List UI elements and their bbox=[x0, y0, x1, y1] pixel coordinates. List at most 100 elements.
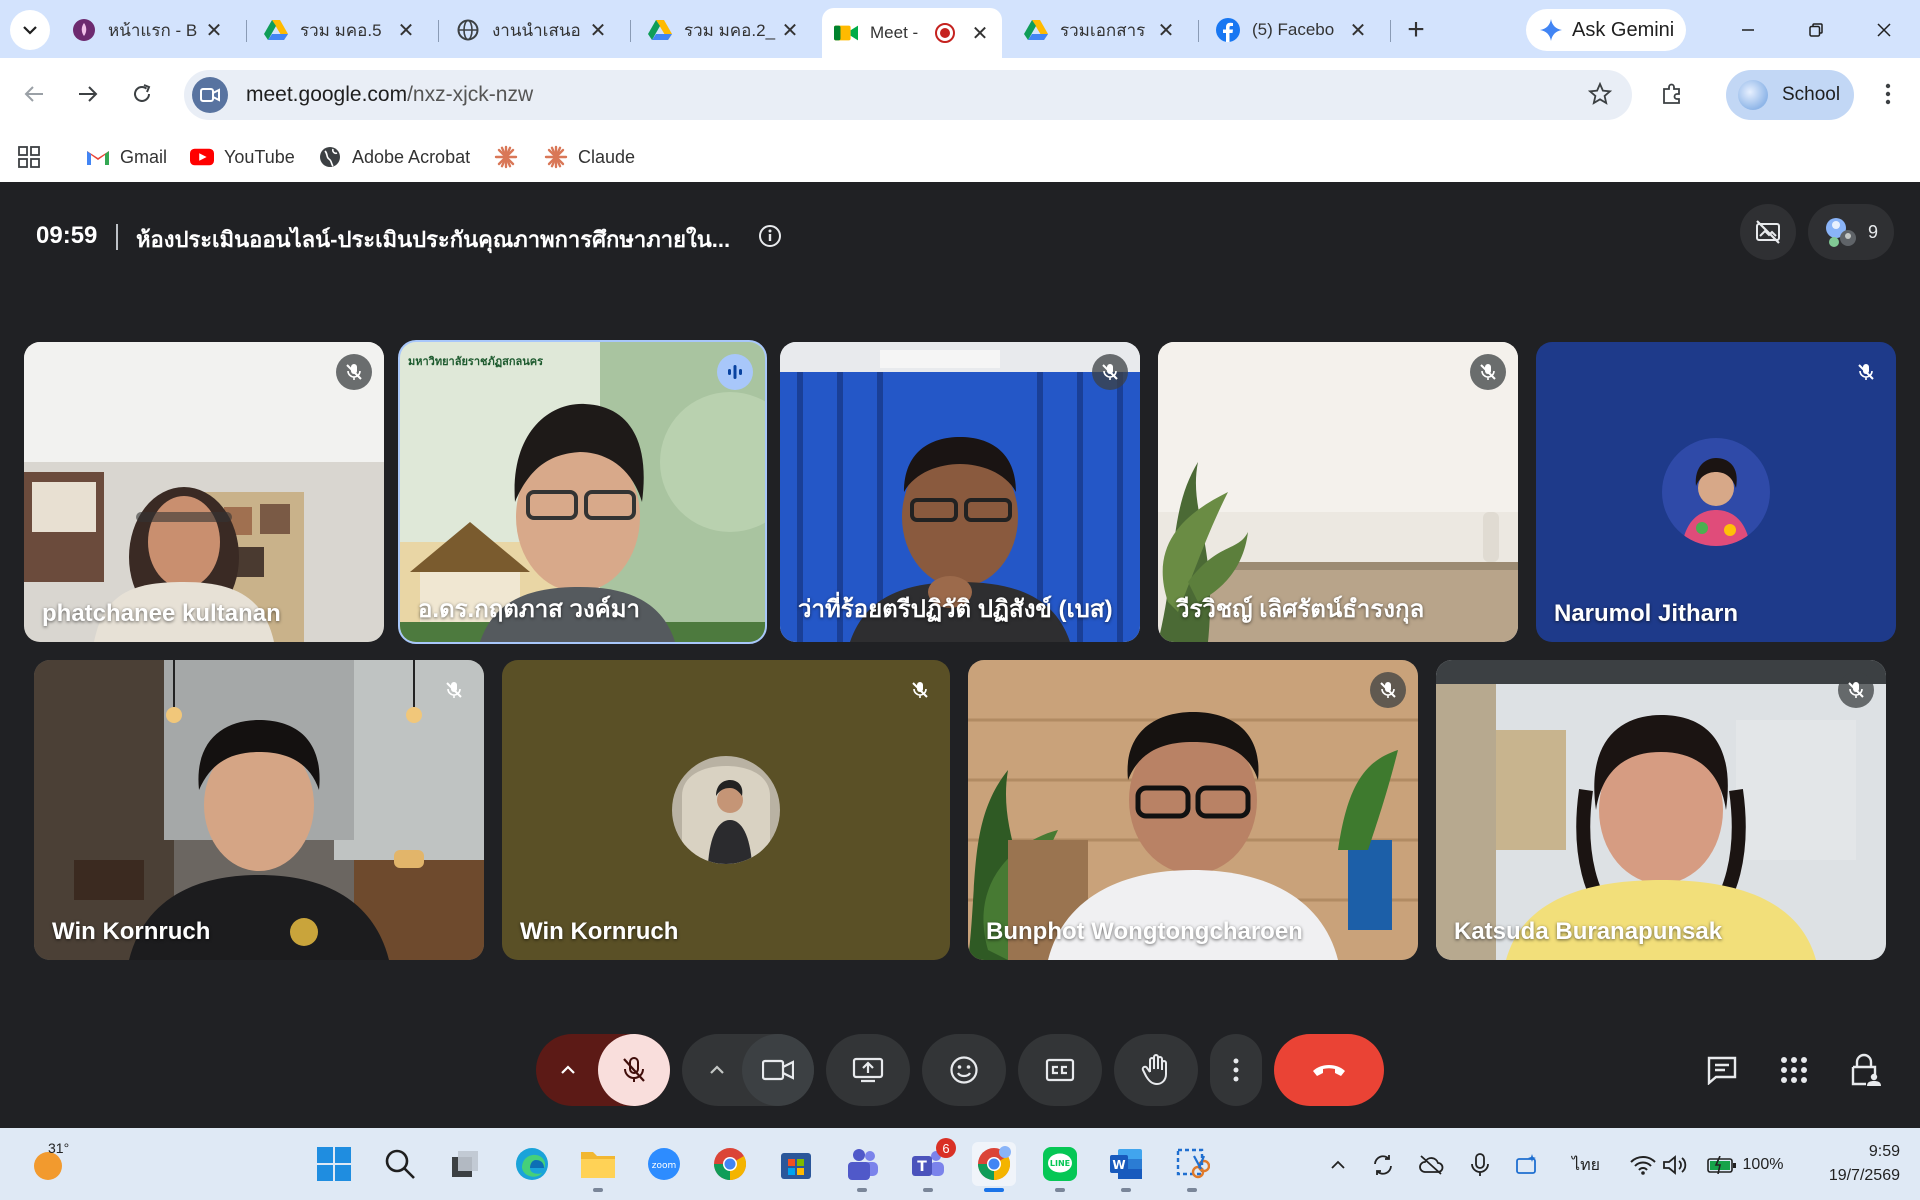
meeting-info-button[interactable] bbox=[758, 224, 782, 248]
bookmark-gmail[interactable]: Gmail bbox=[86, 144, 167, 170]
onedrive-tray-icon[interactable] bbox=[1416, 1150, 1446, 1180]
volume-tray-icon[interactable] bbox=[1660, 1150, 1690, 1180]
site-info-icon[interactable] bbox=[192, 77, 228, 113]
address-bar[interactable]: meet.google.com/nxz-xjck-nzw bbox=[184, 70, 1632, 120]
microphone-toggle-button[interactable] bbox=[598, 1034, 670, 1106]
new-tab-button[interactable]: + bbox=[1396, 10, 1436, 50]
tab-presentation[interactable]: งานนำเสนอ ✕ bbox=[444, 10, 620, 50]
start-button[interactable] bbox=[312, 1142, 356, 1186]
back-button[interactable] bbox=[14, 74, 54, 114]
chrome-active-app[interactable] bbox=[972, 1142, 1016, 1192]
search-button[interactable] bbox=[378, 1142, 422, 1186]
participant-tile[interactable]: Narumol Jitharn bbox=[1536, 342, 1896, 642]
mic-off-icon bbox=[346, 364, 362, 380]
participants-button[interactable]: 9 bbox=[1808, 204, 1894, 260]
zoom-app[interactable]: zoom bbox=[642, 1142, 686, 1186]
mic-off-icon bbox=[1848, 682, 1864, 698]
raise-hand-button[interactable] bbox=[1114, 1034, 1198, 1106]
edge-browser-icon bbox=[516, 1148, 548, 1180]
participant-tile[interactable]: Bunphot Wongtongcharoen bbox=[968, 660, 1418, 960]
tab-drive-1[interactable]: รวม มคอ.5 ✕ bbox=[252, 10, 428, 50]
profile-button[interactable]: School bbox=[1726, 70, 1854, 120]
kebab-menu-icon bbox=[1885, 83, 1891, 105]
browser-menu-button[interactable] bbox=[1868, 74, 1908, 114]
forward-button[interactable] bbox=[68, 74, 108, 114]
chat-button[interactable] bbox=[1690, 1034, 1754, 1106]
host-controls-button[interactable] bbox=[1834, 1034, 1898, 1106]
google-meet-icon bbox=[834, 21, 858, 45]
tab-facebook[interactable]: (5) Facebo ✕ bbox=[1204, 10, 1380, 50]
bookmark-star-icon[interactable] bbox=[1588, 82, 1612, 106]
captions-button[interactable] bbox=[1018, 1034, 1102, 1106]
weather-widget[interactable]: 31° bbox=[30, 1138, 90, 1190]
task-view-button[interactable] bbox=[444, 1142, 488, 1186]
leave-call-button[interactable] bbox=[1274, 1034, 1384, 1106]
participant-tile-active-speaker[interactable]: มหาวิทยาลัยราชภัฏสกลนคร อ.ดร.กฤตภาส วงค์… bbox=[398, 340, 767, 644]
edge-app[interactable] bbox=[510, 1142, 554, 1186]
chrome-app[interactable] bbox=[708, 1142, 752, 1186]
word-app[interactable]: W bbox=[1104, 1142, 1148, 1192]
teams-work-app[interactable]: T 6 bbox=[906, 1138, 956, 1192]
line-app[interactable]: LINE bbox=[1038, 1142, 1082, 1192]
tab-meet[interactable]: Meet - ✕ bbox=[822, 8, 1002, 58]
participant-tile[interactable]: Win Kornruch bbox=[502, 660, 950, 960]
camera-toggle-button[interactable] bbox=[742, 1034, 814, 1106]
close-icon[interactable]: ✕ bbox=[1348, 18, 1368, 43]
battery-tray[interactable]: 100% bbox=[1700, 1150, 1790, 1180]
more-options-button[interactable] bbox=[1210, 1034, 1262, 1106]
restore-button[interactable] bbox=[1786, 10, 1846, 50]
sync-tray-icon[interactable] bbox=[1368, 1150, 1398, 1180]
bookmark-claude[interactable]: Claude bbox=[544, 144, 635, 170]
close-icon[interactable]: ✕ bbox=[588, 18, 608, 43]
file-explorer-app[interactable] bbox=[576, 1142, 620, 1192]
mic-off-icon bbox=[1858, 364, 1874, 380]
teams-app[interactable] bbox=[840, 1142, 884, 1192]
tab-separator bbox=[438, 20, 439, 42]
close-icon[interactable]: ✕ bbox=[396, 18, 416, 43]
participant-tile[interactable]: Win Kornruch bbox=[34, 660, 484, 960]
participant-tile[interactable]: Katsuda Buranapunsak bbox=[1436, 660, 1886, 960]
svg-text:LINE: LINE bbox=[1050, 1159, 1070, 1168]
bookmark-youtube[interactable]: YouTube bbox=[190, 144, 295, 170]
system-clock[interactable]: 9:59 19/7/2569 bbox=[1800, 1140, 1900, 1188]
svg-text:zoom: zoom bbox=[652, 1161, 677, 1171]
bookmark-claude-icon-only[interactable] bbox=[494, 144, 528, 170]
bookmark-adobe-acrobat[interactable]: Adobe Acrobat bbox=[318, 144, 470, 170]
tab-drive-2[interactable]: รวม มคอ.2_ ✕ bbox=[636, 10, 812, 50]
close-icon[interactable]: ✕ bbox=[970, 21, 990, 46]
url-text: meet.google.com/nxz-xjck-nzw bbox=[246, 83, 533, 107]
copilot-tray-icon[interactable] bbox=[1512, 1150, 1542, 1180]
reload-button[interactable] bbox=[122, 74, 162, 114]
tab-home[interactable]: หน้าแรก - B ✕ bbox=[60, 10, 236, 50]
minimize-button[interactable] bbox=[1718, 10, 1778, 50]
tab-search-button[interactable] bbox=[10, 10, 50, 50]
close-icon[interactable]: ✕ bbox=[780, 18, 800, 43]
show-hidden-icons-button[interactable] bbox=[1326, 1150, 1350, 1180]
participant-tile[interactable]: วีรวิชญ์ เลิศรัตน์ธำรงกุล bbox=[1158, 342, 1518, 642]
close-icon[interactable]: ✕ bbox=[204, 18, 224, 43]
ask-gemini-button[interactable]: Ask Gemini bbox=[1526, 9, 1686, 51]
participant-name: อ.ดร.กฤตภาส วงค์มา bbox=[418, 596, 641, 623]
claude-icon bbox=[494, 145, 518, 169]
apps-button[interactable] bbox=[18, 144, 40, 170]
input-language-button[interactable]: ไทย bbox=[1560, 1150, 1612, 1180]
mic-off-indicator bbox=[1370, 672, 1406, 708]
active-indicator bbox=[984, 1188, 1004, 1192]
present-screen-button[interactable] bbox=[826, 1034, 910, 1106]
snipping-tool-app[interactable] bbox=[1170, 1142, 1214, 1192]
participant-tile[interactable]: ว่าที่ร้อยตรีปฏิวัติ ปฏิสังข์ (เบส) bbox=[780, 342, 1140, 642]
activities-button[interactable] bbox=[1762, 1034, 1826, 1106]
chrome-icon bbox=[977, 1146, 1011, 1180]
extensions-button[interactable] bbox=[1652, 74, 1692, 114]
participant-tile[interactable]: phatchanee kultanan bbox=[24, 342, 384, 642]
battery-percent: 100% bbox=[1742, 1156, 1784, 1173]
close-window-button[interactable] bbox=[1854, 10, 1914, 50]
close-icon[interactable]: ✕ bbox=[1156, 18, 1176, 43]
tab-drive-3[interactable]: รวมเอกสาร ✕ bbox=[1012, 10, 1188, 50]
store-app[interactable] bbox=[774, 1142, 818, 1186]
wifi-tray-icon[interactable] bbox=[1628, 1150, 1658, 1180]
microphone-tray-icon[interactable] bbox=[1466, 1150, 1494, 1180]
teams-icon bbox=[848, 1149, 878, 1180]
hide-self-view-button[interactable] bbox=[1740, 204, 1796, 260]
reactions-button[interactable] bbox=[922, 1034, 1006, 1106]
